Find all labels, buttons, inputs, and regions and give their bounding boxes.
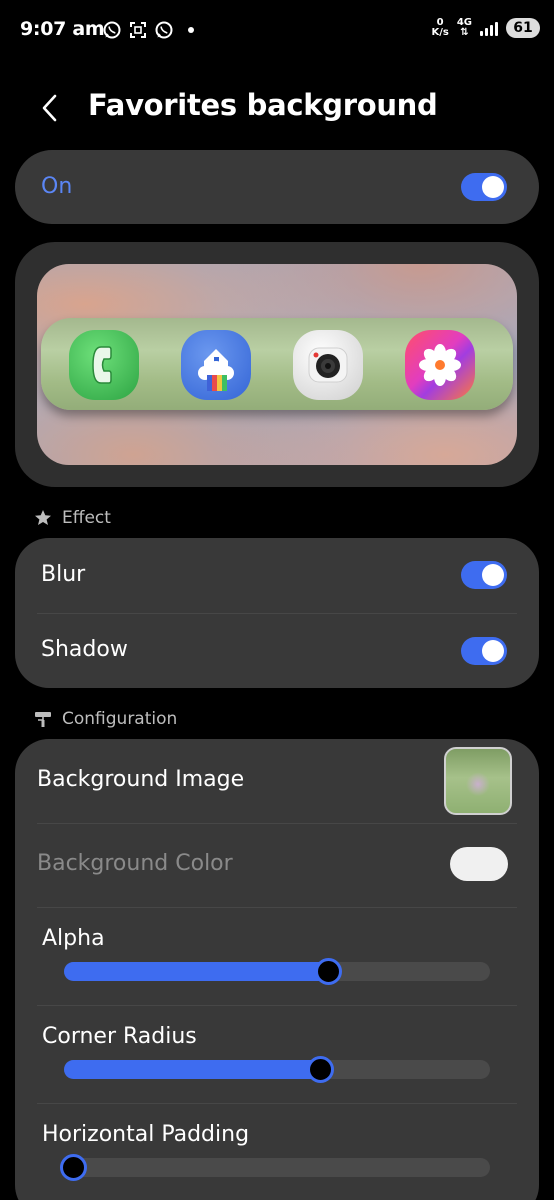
more-notifications-dot bbox=[188, 27, 194, 33]
whatsapp-icon bbox=[103, 21, 121, 39]
signal-icon bbox=[480, 20, 498, 36]
horizontal-padding-label: Horizontal Padding bbox=[42, 1122, 250, 1147]
camera-icon bbox=[293, 330, 363, 400]
master-toggle[interactable] bbox=[461, 173, 507, 201]
background-image-thumbnail[interactable] bbox=[444, 747, 512, 815]
master-switch-card[interactable]: On bbox=[15, 150, 539, 224]
blur-toggle[interactable] bbox=[461, 561, 507, 589]
paint-roller-icon bbox=[34, 710, 52, 728]
data-arrows-icon: ⇅ bbox=[460, 27, 469, 38]
master-switch-label: On bbox=[41, 174, 73, 199]
blur-label: Blur bbox=[41, 562, 86, 587]
toggle-knob bbox=[482, 176, 504, 198]
alpha-label: Alpha bbox=[42, 926, 105, 951]
horizontal-padding-slider[interactable] bbox=[59, 1154, 490, 1181]
configuration-section-title: Configuration bbox=[62, 709, 178, 729]
notification-icons bbox=[102, 20, 194, 40]
preview-wallpaper bbox=[37, 264, 517, 465]
slider-fill bbox=[64, 1060, 320, 1079]
toggle-knob bbox=[482, 640, 504, 662]
status-bar: 9:07 am 0 K/s 4G ⇅ 61 bbox=[0, 0, 554, 64]
status-time: 9:07 am bbox=[20, 18, 105, 40]
effect-section-header: Effect bbox=[34, 508, 111, 528]
screenshot-icon bbox=[130, 22, 146, 38]
battery-level: 61 bbox=[513, 20, 533, 36]
configuration-card: Background Image Background Color Alpha … bbox=[15, 739, 539, 1200]
whatsapp-icon bbox=[155, 21, 173, 39]
page-title: Favorites background bbox=[88, 88, 438, 122]
divider bbox=[37, 1103, 517, 1104]
shadow-label: Shadow bbox=[41, 637, 128, 662]
star-icon bbox=[34, 509, 52, 527]
divider bbox=[37, 907, 517, 908]
smartthings-icon bbox=[181, 330, 251, 400]
corner-radius-label: Corner Radius bbox=[42, 1024, 197, 1049]
favorites-dock-preview bbox=[41, 318, 513, 410]
preview-card bbox=[15, 242, 539, 487]
gallery-icon bbox=[405, 330, 475, 400]
slider-thumb[interactable] bbox=[306, 1056, 334, 1083]
effect-section-title: Effect bbox=[62, 508, 111, 528]
alpha-slider[interactable] bbox=[64, 958, 490, 985]
effect-card: Blur Shadow bbox=[15, 538, 539, 688]
toggle-knob bbox=[482, 564, 504, 586]
back-arrow-icon bbox=[42, 94, 57, 122]
divider bbox=[37, 613, 517, 614]
app-header: Favorites background bbox=[0, 72, 554, 142]
shadow-toggle[interactable] bbox=[461, 637, 507, 665]
network-type: 4G ⇅ bbox=[457, 18, 472, 38]
slider-thumb[interactable] bbox=[59, 1154, 87, 1181]
background-color-label: Background Color bbox=[37, 851, 233, 876]
slider-thumb[interactable] bbox=[315, 958, 343, 985]
back-button[interactable] bbox=[30, 88, 70, 128]
corner-radius-slider[interactable] bbox=[64, 1056, 490, 1083]
battery-icon: 61 bbox=[506, 18, 540, 38]
divider bbox=[37, 823, 517, 824]
phone-icon bbox=[69, 330, 139, 400]
configuration-section-header: Configuration bbox=[34, 709, 177, 729]
speed-unit: K/s bbox=[431, 27, 449, 38]
background-image-label: Background Image bbox=[37, 767, 245, 792]
divider bbox=[37, 1005, 517, 1006]
background-color-swatch bbox=[450, 847, 508, 881]
network-speed: 0 K/s bbox=[431, 18, 448, 38]
slider-fill bbox=[64, 962, 329, 981]
